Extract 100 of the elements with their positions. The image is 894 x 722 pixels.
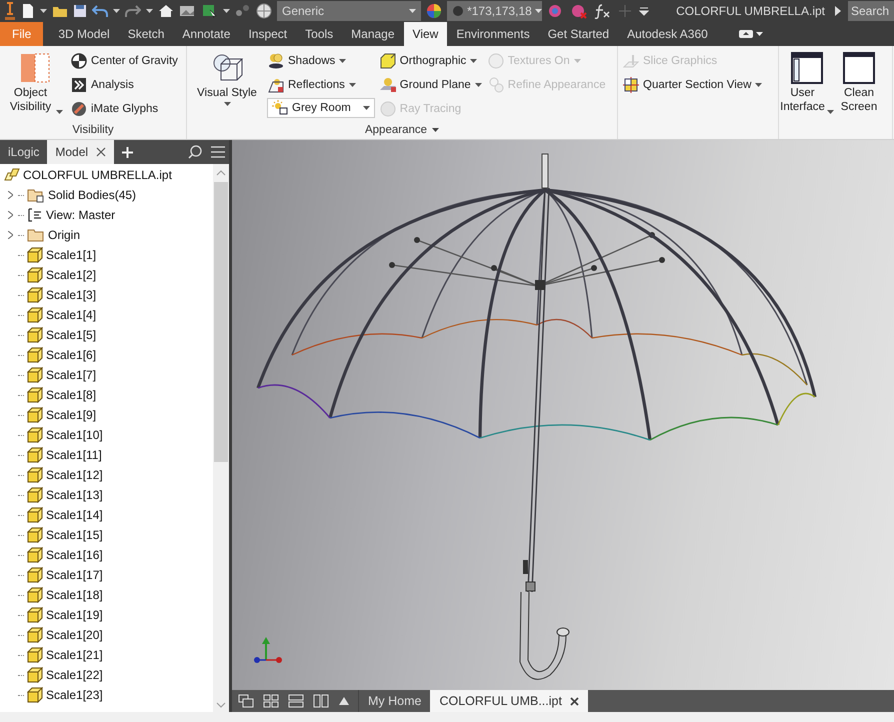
ribbon-button[interactable]: Visual Style: [191, 50, 263, 108]
ribbon-button[interactable]: Quarter Section View: [622, 74, 764, 96]
tree-item[interactable]: Scale1[20]: [46, 628, 103, 642]
menu-tab[interactable]: Annotate: [173, 22, 240, 46]
browser-tab[interactable]: iLogic: [0, 140, 48, 164]
vertical-split-icon[interactable]: [313, 694, 329, 708]
save-icon[interactable]: [73, 4, 87, 18]
caret-icon[interactable]: [339, 59, 346, 63]
menu-tab[interactable]: View: [404, 22, 448, 46]
tree-item[interactable]: Scale1[3]: [46, 288, 96, 302]
caret-icon[interactable]: [362, 106, 370, 110]
ribbon-button[interactable]: Analysis: [70, 74, 135, 96]
caret-icon[interactable]: [756, 32, 763, 36]
caret-icon[interactable]: [432, 128, 440, 132]
ribbon-button[interactable]: Shadows: [267, 50, 348, 72]
tree-item[interactable]: Scale1[14]: [46, 508, 103, 522]
tree-item[interactable]: Scale1[13]: [46, 488, 103, 502]
caret-icon[interactable]: [113, 9, 120, 13]
tree-item[interactable]: Scale1[1]: [46, 248, 96, 262]
caret-icon[interactable]: [223, 9, 230, 13]
clear-color-icon[interactable]: [570, 3, 588, 19]
tree-item[interactable]: Scale1[23]: [46, 688, 103, 702]
menu-tab[interactable]: Get Started: [538, 22, 618, 46]
expand-icon[interactable]: [8, 211, 13, 219]
caret-icon[interactable]: [146, 9, 153, 13]
search-icon[interactable]: [188, 145, 202, 159]
scrollbar-thumb[interactable]: [214, 182, 228, 462]
tree-item[interactable]: Scale1[18]: [46, 588, 103, 602]
document-tab[interactable]: COLORFUL UMB...ipt: [430, 690, 588, 712]
close-icon[interactable]: [570, 696, 579, 706]
select-icon[interactable]: [202, 3, 218, 19]
undo-icon[interactable]: [92, 4, 108, 18]
menu-tab[interactable]: Autodesk A360: [618, 22, 717, 46]
tree-item[interactable]: Scale1[21]: [46, 648, 103, 662]
tree-item[interactable]: Scale1[17]: [46, 568, 103, 582]
tree-item[interactable]: Scale1[12]: [46, 468, 103, 482]
cascade-windows-icon[interactable]: [238, 694, 254, 708]
caret-icon[interactable]: [40, 9, 47, 13]
tree-item[interactable]: Scale1[5]: [46, 328, 96, 342]
expand-icon[interactable]: [8, 191, 13, 199]
tree-item[interactable]: Scale1[7]: [46, 368, 96, 382]
document-tab[interactable]: My Home: [359, 690, 430, 712]
tree-item[interactable]: View: Master: [46, 208, 116, 222]
caret-icon[interactable]: [826, 110, 834, 114]
search-field[interactable]: Search: [848, 1, 894, 21]
tree-item[interactable]: Scale1[9]: [46, 408, 96, 422]
lighting-dropdown[interactable]: Grey Room: [267, 98, 375, 118]
ribbon-button[interactable]: User Interface: [783, 50, 831, 116]
caret-icon[interactable]: [56, 110, 63, 114]
menu-tab[interactable]: Inspect: [239, 22, 296, 46]
menu-tab[interactable]: Environments: [447, 22, 539, 46]
redo-icon[interactable]: [125, 4, 141, 18]
home-icon[interactable]: [158, 4, 174, 18]
new-file-icon[interactable]: [21, 3, 35, 19]
tree-item[interactable]: Scale1[10]: [46, 428, 103, 442]
panel-toggle-icon[interactable]: [738, 29, 753, 39]
open-folder-icon[interactable]: [52, 4, 68, 18]
close-icon[interactable]: [96, 147, 106, 157]
caret-icon[interactable]: [755, 83, 762, 87]
tree-item[interactable]: COLORFUL UMBRELLA.ipt: [23, 168, 172, 182]
tree-item[interactable]: Scale1[6]: [46, 348, 96, 362]
tab-list-icon[interactable]: [338, 696, 350, 706]
ribbon-button[interactable]: Center of Gravity: [70, 50, 179, 72]
horizontal-split-icon[interactable]: [288, 694, 304, 708]
tree-item[interactable]: Scale1[8]: [46, 388, 96, 402]
tree-item[interactable]: Scale1[15]: [46, 528, 103, 542]
tree-item[interactable]: Scale1[19]: [46, 608, 103, 622]
function-icon[interactable]: [593, 3, 612, 19]
menu-tab[interactable]: Tools: [296, 22, 342, 46]
tree-item[interactable]: Scale1[2]: [46, 268, 96, 282]
dots-icon[interactable]: [235, 4, 251, 18]
ribbon-button[interactable]: Orthographic: [378, 50, 478, 72]
tree-item[interactable]: Scale1[4]: [46, 308, 96, 322]
menu-tab[interactable]: 3D Model: [49, 22, 119, 46]
add-tab-icon[interactable]: [122, 146, 134, 158]
caret-icon[interactable]: [224, 102, 230, 106]
customize-icon[interactable]: [639, 6, 650, 16]
tree-item[interactable]: Scale1[22]: [46, 668, 103, 682]
menu-tab[interactable]: Sketch: [118, 22, 174, 46]
picture-icon[interactable]: [179, 4, 197, 18]
expand-arrow-icon[interactable]: [835, 6, 841, 16]
tree-item[interactable]: Scale1[11]: [46, 448, 102, 462]
appearance-combo[interactable]: *173,173,18: [447, 1, 542, 21]
menu-icon[interactable]: [211, 146, 225, 158]
tree-item[interactable]: Origin: [48, 228, 80, 242]
ribbon-button[interactable]: Clean Screen: [835, 50, 883, 116]
browser-tab[interactable]: Model: [47, 140, 114, 164]
tree-item[interactable]: Solid Bodies(45): [48, 188, 136, 202]
tile-windows-icon[interactable]: [263, 694, 279, 708]
caret-icon[interactable]: [470, 59, 478, 63]
color-wheel-icon[interactable]: [426, 3, 442, 19]
panel-title[interactable]: Appearance: [364, 124, 428, 136]
sphere-icon[interactable]: [256, 3, 272, 19]
ribbon-button[interactable]: Ground Plane: [378, 74, 483, 96]
ribbon-button[interactable]: Object Visibility: [4, 50, 66, 116]
ribbon-button[interactable]: Reflections: [267, 74, 357, 96]
expand-icon[interactable]: [8, 231, 13, 239]
style-combo[interactable]: Generic: [277, 1, 422, 21]
menu-tab[interactable]: Manage: [342, 22, 404, 46]
tree-item[interactable]: Scale1[16]: [46, 548, 103, 562]
